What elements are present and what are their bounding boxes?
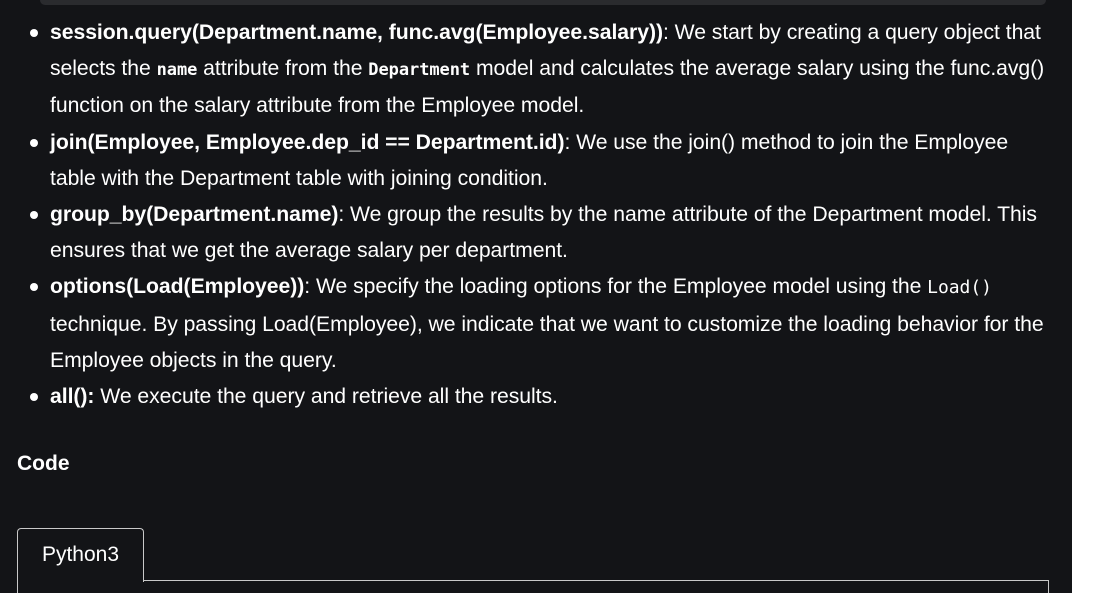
bullet-icon <box>30 29 38 37</box>
article-content: session.query(Department.name, func.avg(… <box>0 0 1072 593</box>
code-panel-border <box>1048 580 1049 593</box>
previous-block-edge <box>40 0 1046 5</box>
bullet-term: all(): <box>50 385 95 409</box>
bullet-text: technique. By passing Load(Employee), we… <box>50 312 1044 372</box>
bullet-term: group_by(Department.name) <box>50 203 339 227</box>
list-item: options(Load(Employee)): We specify the … <box>30 269 1050 379</box>
bullet-text: We execute the query and retrieve all th… <box>94 385 558 409</box>
bullet-term: session.query(Department.name, func.avg(… <box>50 21 663 44</box>
list-item: join(Employee, Employee.dep_id == Depart… <box>30 125 1050 197</box>
bullet-icon <box>30 393 38 402</box>
list-item: session.query(Department.name, func.avg(… <box>30 15 1050 125</box>
list-item: all(): We execute the query and retrieve… <box>30 379 1050 415</box>
inline-code: name <box>156 60 198 81</box>
inline-code: Load() <box>927 277 992 299</box>
bullet-term: join(Employee, Employee.dep_id == Depart… <box>50 130 565 154</box>
bullet-term: options(Load(Employee)) <box>50 275 305 299</box>
bullet-text: We specify the loading options for the E… <box>310 275 928 299</box>
explanation-list: session.query(Department.name, func.avg(… <box>30 15 1050 415</box>
bullet-icon <box>30 211 38 220</box>
code-panel-border <box>17 581 18 593</box>
section-heading: Code <box>17 452 70 475</box>
inline-code: Department <box>368 60 471 81</box>
list-item: group_by(Department.name): We group the … <box>30 197 1050 269</box>
tab-python3[interactable]: Python3 <box>17 528 144 582</box>
bullet-text: attribute from the <box>197 57 369 81</box>
bullet-icon <box>30 283 38 292</box>
bullet-icon <box>30 138 38 147</box>
tab-bar-divider <box>144 580 1049 581</box>
